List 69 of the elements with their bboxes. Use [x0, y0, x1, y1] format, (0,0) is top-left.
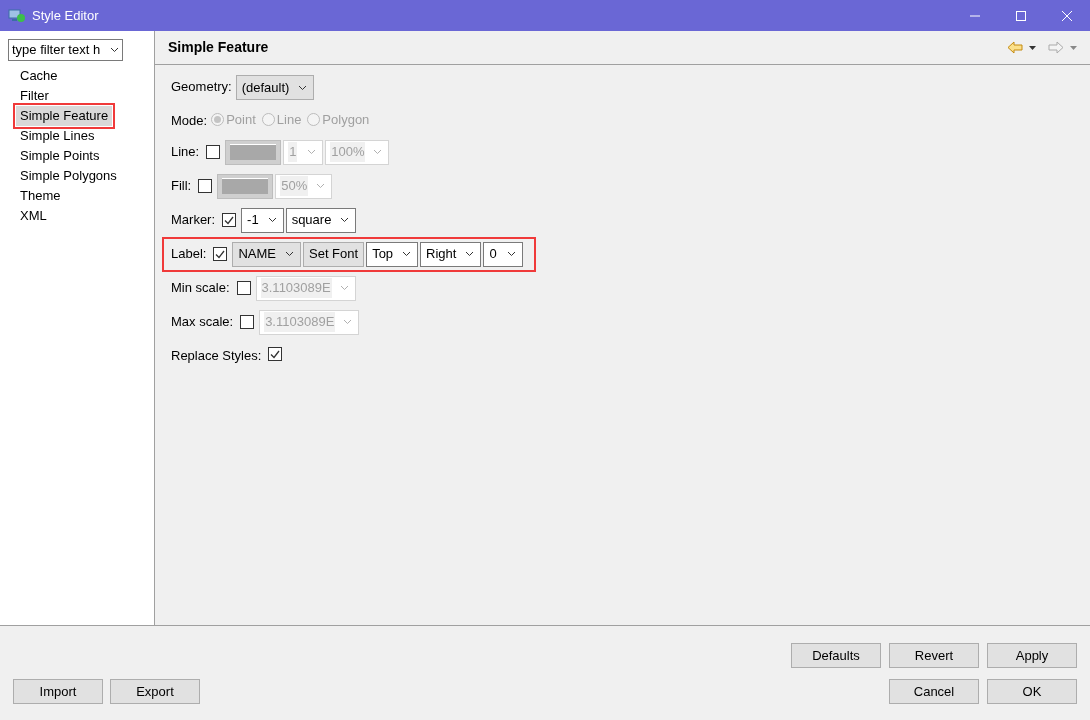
dialog-button[interactable]: OK	[987, 679, 1077, 704]
set-font-button[interactable]: Set Font	[303, 241, 365, 267]
field-label: Mode:	[171, 112, 208, 130]
checkmark-icon	[270, 349, 281, 359]
field-label: Fill:	[171, 176, 192, 195]
checkmark-icon	[224, 215, 235, 225]
sidebar-item[interactable]: Simple Points	[16, 146, 104, 166]
chevron-icon	[373, 149, 383, 155]
dialog-button[interactable]: Cancel	[889, 679, 979, 704]
checkbox[interactable]	[236, 281, 251, 295]
dialog-button[interactable]: Import	[13, 679, 103, 704]
checkbox[interactable]	[268, 347, 283, 362]
dialog-button[interactable]: Revert	[889, 643, 979, 668]
sidebar-item[interactable]: XML	[16, 206, 51, 226]
dropdown[interactable]: square	[285, 207, 357, 233]
chevron-icon	[285, 251, 294, 257]
checkbox[interactable]	[222, 213, 237, 227]
chevron-icon	[110, 47, 119, 53]
radio-label: Point	[226, 111, 256, 129]
dialog-button[interactable]: Defaults	[791, 643, 881, 668]
chevron-icon	[465, 251, 475, 257]
checkmark-icon	[215, 249, 226, 259]
dropdown[interactable]: Top	[366, 241, 419, 267]
close-icon	[1062, 10, 1072, 21]
chevron-icon	[298, 84, 308, 91]
checkbox[interactable]	[206, 145, 221, 159]
radio-label: Polygon	[322, 111, 370, 129]
checkbox[interactable]	[240, 315, 255, 329]
sidebar-item[interactable]: Simple Feature	[16, 106, 113, 126]
sidebar-item[interactable]: Simple Lines	[16, 126, 99, 146]
field-label: Geometry:	[171, 78, 232, 96]
dialog-button[interactable]: Export	[110, 679, 200, 704]
chevron-icon	[316, 183, 326, 189]
filter-combo[interactable]: type filter text h	[8, 39, 123, 61]
dropdown[interactable]: -1	[241, 207, 284, 233]
chevron-icon	[402, 251, 412, 257]
chevron-icon	[307, 149, 317, 155]
checkbox[interactable]	[198, 179, 213, 193]
color-swatch	[230, 144, 277, 160]
dropdown[interactable]: 0	[483, 241, 524, 267]
field-label: Line:	[171, 142, 200, 161]
dropdown[interactable]: NAME	[232, 241, 301, 267]
field-label: Replace Styles:	[171, 346, 262, 365]
app-icon	[8, 7, 26, 24]
field-label: Max scale:	[171, 312, 234, 331]
sidebar-item[interactable]: Theme	[16, 186, 65, 206]
sidebar-item[interactable]: Cache	[16, 66, 62, 86]
sidebar-item[interactable]: Simple Polygons	[16, 166, 121, 186]
chevron-icon	[267, 217, 277, 223]
field-label: Min scale:	[171, 278, 230, 297]
maximize-icon	[1016, 10, 1026, 21]
field-label: Label:	[171, 244, 207, 263]
chevron-icon	[339, 285, 349, 291]
checkbox[interactable]	[213, 247, 228, 261]
radio-label: Line	[276, 111, 302, 129]
window-title: Style Editor	[32, 6, 99, 25]
forward-arrow-icon[interactable]	[1048, 41, 1064, 54]
chevron-icon	[343, 319, 353, 325]
chevron-icon	[340, 217, 350, 223]
field-label: Marker:	[171, 210, 216, 229]
page-title: Simple Feature	[168, 38, 269, 57]
dropdown[interactable]: Right	[420, 241, 482, 267]
sidebar-item[interactable]: Filter	[16, 86, 53, 106]
back-arrow-icon[interactable]	[1007, 41, 1023, 54]
chevron-icon	[507, 251, 517, 257]
dropdown-triangle-icon[interactable]	[1029, 45, 1036, 50]
dialog-button[interactable]: Apply	[987, 643, 1077, 668]
dropdown[interactable]: (default)	[235, 75, 315, 100]
color-swatch	[222, 178, 269, 194]
